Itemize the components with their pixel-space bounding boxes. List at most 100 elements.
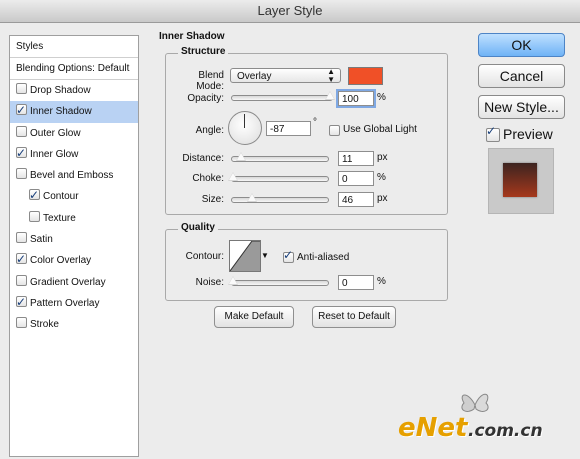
opacity-input[interactable]: 100 <box>336 89 376 108</box>
style-item-label: Satin <box>30 234 53 246</box>
style-item-checkbox[interactable] <box>16 83 27 94</box>
style-item-checkbox[interactable] <box>16 100 27 121</box>
contour-curve-icon <box>230 241 260 271</box>
style-item-checkbox[interactable] <box>16 317 27 329</box>
distance-input[interactable]: 11 <box>338 151 374 166</box>
reset-to-default-button[interactable]: Reset to Default <box>312 306 396 328</box>
distance-slider-thumb[interactable] <box>236 152 246 161</box>
angle-label: Angle: <box>195 125 224 136</box>
contour-dropdown-icon[interactable]: ▼ <box>261 251 269 260</box>
style-item-label: Bevel and Emboss <box>30 170 114 182</box>
style-item-gradient-overlay[interactable]: Gradient Overlay <box>10 272 138 293</box>
size-slider-thumb[interactable] <box>247 193 257 202</box>
style-items: Drop Shadow Inner Shadow Outer Glow Inner G… <box>10 80 138 336</box>
styles-list: Styles Blending Options: Default Drop Sh… <box>9 35 139 457</box>
style-item-label: Stroke <box>30 319 59 331</box>
cancel-button[interactable]: Cancel <box>478 64 565 88</box>
make-default-button[interactable]: Make Default <box>214 306 294 328</box>
watermark-domain: .com.cn <box>468 421 543 441</box>
style-item-checkbox[interactable] <box>16 232 27 244</box>
noise-unit: % <box>377 276 386 287</box>
contour-preview[interactable] <box>229 240 261 272</box>
style-item-inner-shadow[interactable]: Inner Shadow <box>10 100 138 123</box>
section-title: Inner Shadow <box>156 31 228 42</box>
use-global-light-checkbox[interactable] <box>329 125 340 136</box>
choke-label: Choke: <box>192 173 224 184</box>
window-title: Layer Style <box>257 3 323 18</box>
noise-slider-thumb[interactable] <box>228 276 238 285</box>
style-item-stroke[interactable]: Stroke <box>10 314 138 335</box>
choke-input[interactable]: 0 <box>338 171 374 186</box>
watermark-enet: eNet <box>398 413 468 443</box>
contour-label: Contour: <box>185 251 224 262</box>
blend-mode-value: Overlay <box>237 71 272 82</box>
distance-slider[interactable] <box>231 152 329 162</box>
preview-label: Preview <box>503 126 553 142</box>
choke-unit: % <box>377 172 386 183</box>
angle-dial[interactable] <box>228 111 262 145</box>
opacity-slider[interactable] <box>231 91 335 101</box>
angle-unit: ° <box>313 117 317 128</box>
style-item-label: Pattern Overlay <box>30 297 100 309</box>
style-item-contour[interactable]: Contour <box>10 185 138 207</box>
size-input[interactable]: 46 <box>338 192 374 207</box>
choke-slider-thumb[interactable] <box>228 172 238 181</box>
style-item-outer-glow[interactable]: Outer Glow <box>10 123 138 144</box>
ok-button[interactable]: OK <box>478 33 565 57</box>
preview-thumbnail <box>488 148 554 214</box>
opacity-slider-thumb[interactable] <box>325 91 335 100</box>
styles-header[interactable]: Styles <box>10 36 138 58</box>
style-item-pattern-overlay[interactable]: Pattern Overlay <box>10 292 138 314</box>
choke-slider[interactable] <box>228 172 329 182</box>
noise-slider[interactable] <box>228 276 329 286</box>
style-item-inner-glow[interactable]: Inner Glow <box>10 143 138 165</box>
style-item-checkbox[interactable] <box>29 185 40 206</box>
style-item-checkbox[interactable] <box>16 274 27 286</box>
style-item-satin[interactable]: Satin <box>10 229 138 250</box>
style-item-label: Texture <box>43 212 76 224</box>
opacity-unit: % <box>377 92 386 103</box>
new-style-button[interactable]: New Style... <box>478 95 565 119</box>
style-item-label: Outer Glow <box>30 127 81 139</box>
use-global-light-label: Use Global Light <box>343 124 417 135</box>
style-item-checkbox[interactable] <box>16 249 27 270</box>
style-item-label: Gradient Overlay <box>30 276 106 288</box>
preview-swatch <box>503 163 537 197</box>
style-item-drop-shadow[interactable]: Drop Shadow <box>10 80 138 101</box>
blend-mode-label: Blend Mode: <box>196 70 224 92</box>
structure-title: Structure <box>178 46 229 57</box>
quality-group <box>165 229 448 301</box>
style-item-checkbox[interactable] <box>16 168 27 180</box>
style-item-color-overlay[interactable]: Color Overlay <box>10 249 138 271</box>
style-item-checkbox[interactable] <box>16 292 27 313</box>
shadow-color-swatch[interactable] <box>348 67 383 85</box>
size-unit: px <box>377 193 388 204</box>
preview-checkbox[interactable] <box>486 124 500 142</box>
blending-options-item[interactable]: Blending Options: Default <box>10 58 138 80</box>
anti-aliased-label: Anti-aliased <box>297 252 350 263</box>
window-title-bar: Layer Style <box>0 0 580 23</box>
opacity-label: Opacity: <box>187 93 224 104</box>
noise-label: Noise: <box>195 277 224 288</box>
style-item-bevel-and-emboss[interactable]: Bevel and Emboss <box>10 165 138 186</box>
noise-input[interactable]: 0 <box>338 275 374 290</box>
layer-style-dialog: Styles Blending Options: Default Drop Sh… <box>0 23 580 459</box>
distance-label: Distance: <box>182 153 224 164</box>
distance-unit: px <box>377 152 388 163</box>
anti-aliased-checkbox[interactable] <box>283 248 294 263</box>
style-item-label: Inner Glow <box>30 148 79 160</box>
blend-mode-select[interactable]: Overlay ▲ ▼ <box>230 67 341 84</box>
style-item-label: Color Overlay <box>30 255 92 267</box>
style-item-texture[interactable]: Texture <box>10 208 138 229</box>
style-item-checkbox[interactable] <box>16 143 27 164</box>
select-arrows-icon: ▲ ▼ <box>327 67 335 84</box>
style-item-label: Drop Shadow <box>30 85 91 96</box>
style-item-checkbox[interactable] <box>29 210 40 222</box>
size-slider[interactable] <box>231 193 329 203</box>
angle-needle <box>244 114 245 128</box>
style-item-checkbox[interactable] <box>16 125 27 137</box>
size-label: Size: <box>201 194 224 205</box>
angle-input[interactable]: -87 <box>266 121 311 136</box>
quality-title: Quality <box>178 222 218 233</box>
style-item-label: Contour <box>43 191 79 203</box>
